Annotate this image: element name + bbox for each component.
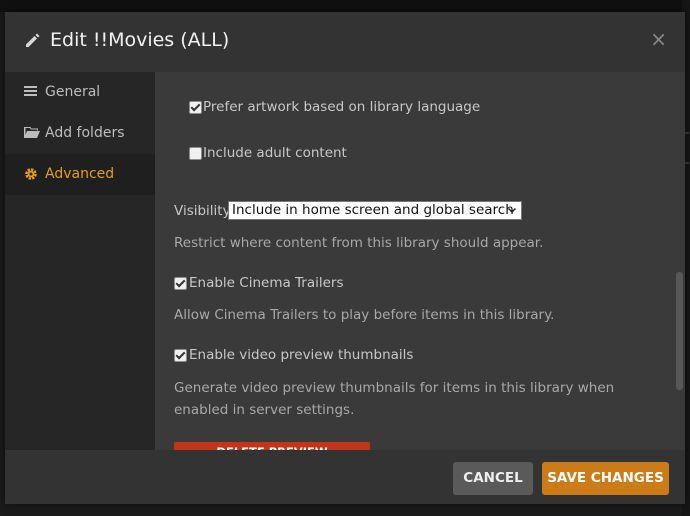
close-icon[interactable]: × <box>650 29 667 49</box>
gear-icon <box>24 167 38 185</box>
visibility-selected-value: Include in home screen and global search <box>232 202 514 218</box>
dialog-footer: CANCEL SAVE CHANGES <box>5 450 685 504</box>
dialog-title: Edit !!Movies (ALL) <box>50 29 230 51</box>
visibility-select[interactable]: Include in home screen and global search <box>228 201 522 220</box>
sidebar-item-label: General <box>45 84 101 100</box>
sidebar-item-label: Add folders <box>45 125 125 141</box>
visibility-label: Visibility <box>174 203 231 219</box>
prefer-artwork-label: Prefer artwork based on library language <box>203 99 481 115</box>
cinema-trailers-help-text: Allow Cinema Trailers to play before ite… <box>174 307 555 323</box>
background-app-strip <box>0 0 690 12</box>
dialog-header: Edit !!Movies (ALL) × <box>5 12 685 72</box>
cinema-trailers-label: Enable Cinema Trailers <box>189 275 344 291</box>
delete-preview-thumbnails-button[interactable]: DELETE PREVIEW THUMBNAILS <box>174 442 370 450</box>
video-preview-label: Enable video preview thumbnails <box>189 347 414 363</box>
video-preview-help-text: Generate video preview thumbnails for it… <box>174 380 615 418</box>
chevron-down-icon <box>507 202 517 224</box>
visibility-help-text: Restrict where content from this library… <box>174 235 544 251</box>
folder-icon <box>24 126 40 143</box>
scrollbar-thumb[interactable] <box>676 272 683 390</box>
edit-library-dialog: Edit !!Movies (ALL) × General Add folder… <box>5 12 685 504</box>
cinema-trailers-checkbox[interactable] <box>174 277 187 290</box>
scrollbar[interactable] <box>675 72 685 450</box>
prefer-artwork-checkbox[interactable] <box>189 101 202 114</box>
save-changes-button[interactable]: SAVE CHANGES <box>542 462 669 495</box>
video-preview-checkbox[interactable] <box>174 349 187 362</box>
include-adult-label: Include adult content <box>203 145 347 161</box>
sidebar-item-advanced[interactable]: Advanced <box>5 154 155 195</box>
sidebar-item-label: Advanced <box>45 166 115 182</box>
settings-sidebar: General Add folders Advanced <box>5 72 155 450</box>
sidebar-item-general[interactable]: General <box>5 72 155 113</box>
pencil-icon <box>24 31 42 53</box>
cancel-button[interactable]: CANCEL <box>453 462 533 495</box>
include-adult-checkbox[interactable] <box>189 147 202 160</box>
advanced-settings-panel: Prefer artwork based on library language… <box>155 72 685 450</box>
sidebar-item-add-folders[interactable]: Add folders <box>5 113 155 154</box>
list-icon <box>24 85 37 101</box>
